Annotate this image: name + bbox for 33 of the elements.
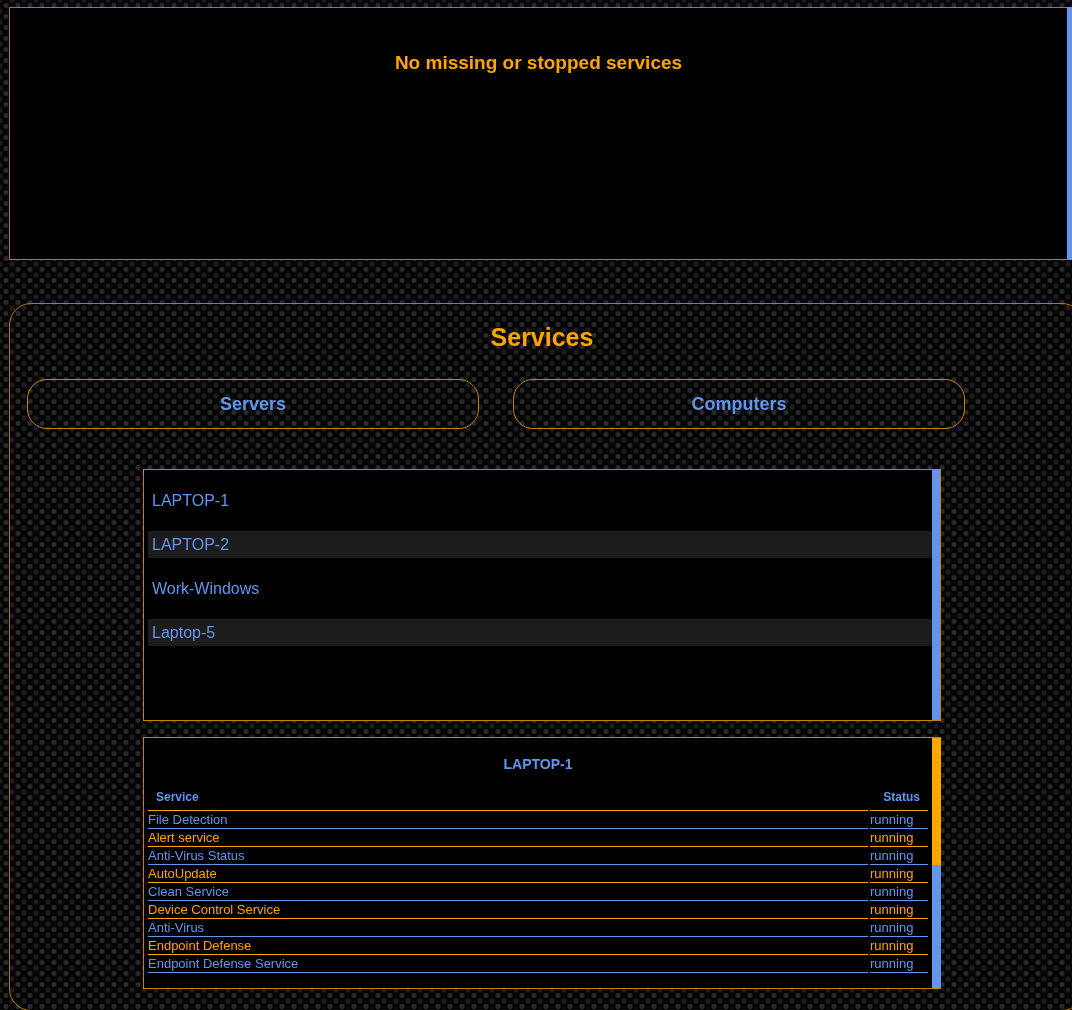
table-cell: running <box>870 829 928 847</box>
computer-item[interactable]: LAPTOP-1 <box>148 487 932 514</box>
table-cell: Anti-Virus <box>148 919 868 937</box>
table-title: LAPTOP-1 <box>502 755 574 773</box>
table-cell: running <box>870 919 928 937</box>
scrollbar[interactable] <box>932 470 940 720</box>
table-cell: running <box>870 955 928 973</box>
scrollbar[interactable] <box>932 738 941 988</box>
table-cell: running <box>870 865 928 883</box>
tab-button[interactable]: Computers <box>513 379 965 429</box>
status-message: No missing or stopped services <box>394 52 683 74</box>
scrollbar-thumb[interactable] <box>932 738 941 865</box>
table-cell: running <box>870 901 928 919</box>
table-cell: running <box>870 847 928 865</box>
computer-item[interactable]: LAPTOP-2 <box>148 531 932 558</box>
table-cell: running <box>870 937 928 955</box>
table-cell: running <box>870 883 928 901</box>
scrollbar[interactable] <box>1067 7 1072 260</box>
column-header: Status <box>870 790 928 811</box>
computer-item[interactable]: Laptop-5 <box>148 619 932 646</box>
table-cell: Alert service <box>148 829 868 847</box>
tab-button[interactable]: Servers <box>27 379 479 429</box>
table-cell: Clean Service <box>148 883 868 901</box>
panel-title: Services <box>489 322 595 352</box>
table-cell: running <box>870 811 928 829</box>
table-cell: AutoUpdate <box>148 865 868 883</box>
table-cell: File Detection <box>148 811 868 829</box>
column-header: Service <box>148 790 868 811</box>
table-cell: Anti-Virus Status <box>148 847 868 865</box>
table-cell: Device Control Service <box>148 901 868 919</box>
computer-item[interactable]: Work-Windows <box>148 575 932 602</box>
table-cell: Endpoint Defense Service <box>148 955 868 973</box>
table-cell: Endpoint Defense <box>148 937 868 955</box>
